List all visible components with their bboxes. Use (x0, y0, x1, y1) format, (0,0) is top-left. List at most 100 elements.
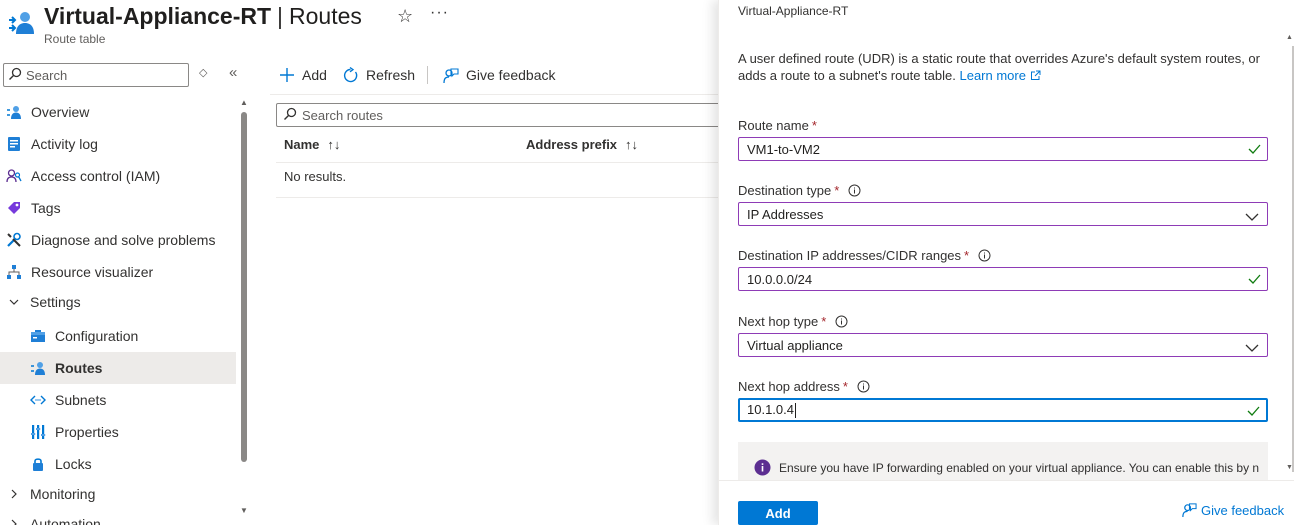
more-options-icon[interactable]: ··· (430, 4, 449, 22)
learn-more-link[interactable]: Learn more (959, 68, 1041, 83)
required-marker: * (964, 248, 970, 263)
chevron-right-icon (5, 518, 23, 525)
checkmark-icon (1248, 273, 1261, 288)
blade-give-feedback-button[interactable]: Give feedback (1181, 502, 1284, 518)
field-label: Route name (738, 118, 809, 133)
refresh-button[interactable]: Refresh (342, 64, 415, 86)
sidebar-group-settings[interactable]: Settings (0, 286, 236, 318)
toolbar-underline (270, 94, 718, 95)
sidebar-item-resource-visualizer[interactable]: Resource visualizer (0, 256, 236, 288)
sidebar-item-configuration[interactable]: Configuration (0, 320, 236, 352)
scroll-up-icon[interactable]: ▲ (1286, 34, 1293, 41)
sidebar-group-monitoring[interactable]: Monitoring (0, 478, 236, 510)
column-header-name[interactable]: Name ↑↓ (284, 137, 340, 152)
checkmark-icon (1247, 405, 1260, 420)
next-hop-type-label: Next hop type * (738, 314, 848, 329)
info-filled-icon (754, 459, 771, 479)
grid-header-divider (276, 162, 718, 163)
search-icon (8, 67, 22, 84)
breadcrumb[interactable]: Virtual-Appliance-RT (738, 4, 848, 18)
sidebar-item-label: Activity log (31, 136, 98, 152)
resource-name: Virtual-Appliance-RT (44, 3, 272, 29)
sidebar-item-properties[interactable]: Properties (0, 416, 236, 448)
toolbar-divider (427, 66, 428, 84)
routes-search-box[interactable] (276, 103, 726, 127)
feedback-label: Give feedback (466, 67, 556, 83)
tag-icon (5, 199, 23, 217)
add-button[interactable]: Add (279, 64, 327, 86)
destination-type-label: Destination type * (738, 183, 861, 198)
info-icon[interactable] (835, 315, 848, 328)
sidebar-item-label: Properties (55, 424, 119, 440)
column-header-address-prefix[interactable]: Address prefix ↑↓ (526, 137, 638, 152)
destination-ip-field[interactable]: 10.0.0.0/24 (738, 267, 1268, 291)
sidebar-item-tags[interactable]: Tags (0, 192, 236, 224)
sidebar-item-subnets[interactable]: Subnets (0, 384, 236, 416)
search-icon (283, 107, 297, 124)
sidebar-item-diagnose[interactable]: Diagnose and solve problems (0, 224, 236, 256)
info-icon[interactable] (857, 380, 870, 393)
add-route-blade: Virtual-Appliance-RT ▲ ▼ A user defined … (718, 0, 1294, 525)
visualizer-icon (5, 263, 23, 281)
info-icon[interactable] (848, 184, 861, 197)
sidebar-item-iam[interactable]: Access control (IAM) (0, 160, 236, 192)
external-link-icon (1030, 70, 1041, 80)
collapse-menu-icon[interactable]: « (229, 64, 237, 81)
checkmark-icon (1248, 143, 1261, 158)
learn-more-label: Learn more (959, 68, 1026, 83)
wrench-icon (5, 231, 23, 249)
routes-search-input[interactable] (302, 107, 702, 123)
sidebar-item-label: Automation (30, 516, 101, 525)
iam-icon (5, 167, 23, 185)
next-hop-address-value: 10.1.0.4 (747, 402, 1266, 419)
field-label: Next hop address (738, 379, 840, 394)
feedback-icon (442, 67, 459, 84)
refresh-label: Refresh (366, 67, 416, 83)
chevron-down-icon (1245, 341, 1259, 356)
scroll-down-icon[interactable]: ▼ (1286, 464, 1293, 471)
sidebar-item-activity-log[interactable]: Activity log (0, 128, 236, 160)
routes-icon (29, 359, 47, 377)
sidebar-item-label: Routes (55, 360, 103, 376)
sidebar-item-label: Diagnose and solve problems (31, 232, 216, 248)
sidebar-item-overview[interactable]: Overview (0, 96, 236, 128)
next-hop-address-field[interactable]: 10.1.0.4 (738, 398, 1268, 422)
next-hop-address-label: Next hop address * (738, 379, 870, 394)
destination-type-value: IP Addresses (747, 206, 824, 222)
info-icon[interactable] (978, 249, 991, 262)
sidebar-item-locks[interactable]: Locks (0, 448, 236, 480)
scroll-up-icon[interactable]: ▲ (240, 98, 248, 107)
sidebar-item-routes[interactable]: Routes (0, 352, 236, 384)
next-hop-type-select[interactable]: Virtual appliance (738, 333, 1268, 357)
chevron-right-icon (5, 488, 23, 500)
nav-search-box[interactable] (3, 63, 189, 87)
sort-icon: ↑↓ (625, 137, 639, 152)
destination-type-select[interactable]: IP Addresses (738, 202, 1268, 226)
sidebar-group-automation[interactable]: Automation (0, 508, 236, 525)
configuration-icon (29, 327, 47, 345)
subnets-icon (29, 391, 47, 409)
scroll-down-icon[interactable]: ▼ (240, 506, 248, 515)
feedback-icon (1181, 502, 1197, 518)
route-name-field[interactable]: VM1-to-VM2 (738, 137, 1268, 161)
refresh-icon (342, 66, 359, 84)
resource-type: Route table (44, 32, 106, 46)
sidebar-item-label: Configuration (55, 328, 139, 344)
nav-scrollbar[interactable]: ▲ ▼ (238, 96, 250, 521)
expand-collapse-icon[interactable]: ◇ (199, 66, 207, 79)
chevron-down-icon (5, 296, 23, 308)
title-separator: | (277, 3, 284, 29)
sort-icon: ↑↓ (327, 137, 341, 152)
nav-search-input[interactable] (26, 67, 186, 83)
route-table-icon (6, 8, 36, 38)
scrollbar-thumb[interactable] (241, 112, 247, 462)
blade-description: A user defined route (UDR) is a static r… (738, 50, 1268, 84)
give-feedback-button[interactable]: Give feedback (442, 64, 556, 86)
route-name-label: Route name * (738, 118, 817, 133)
empty-state-text: No results. (284, 169, 347, 184)
sidebar-item-label: Locks (55, 456, 92, 472)
sidebar-item-label: Settings (30, 294, 81, 310)
text-cursor (795, 403, 796, 419)
add-route-submit-button[interactable]: Add (738, 501, 818, 525)
favorite-star-icon[interactable]: ☆ (397, 6, 413, 27)
